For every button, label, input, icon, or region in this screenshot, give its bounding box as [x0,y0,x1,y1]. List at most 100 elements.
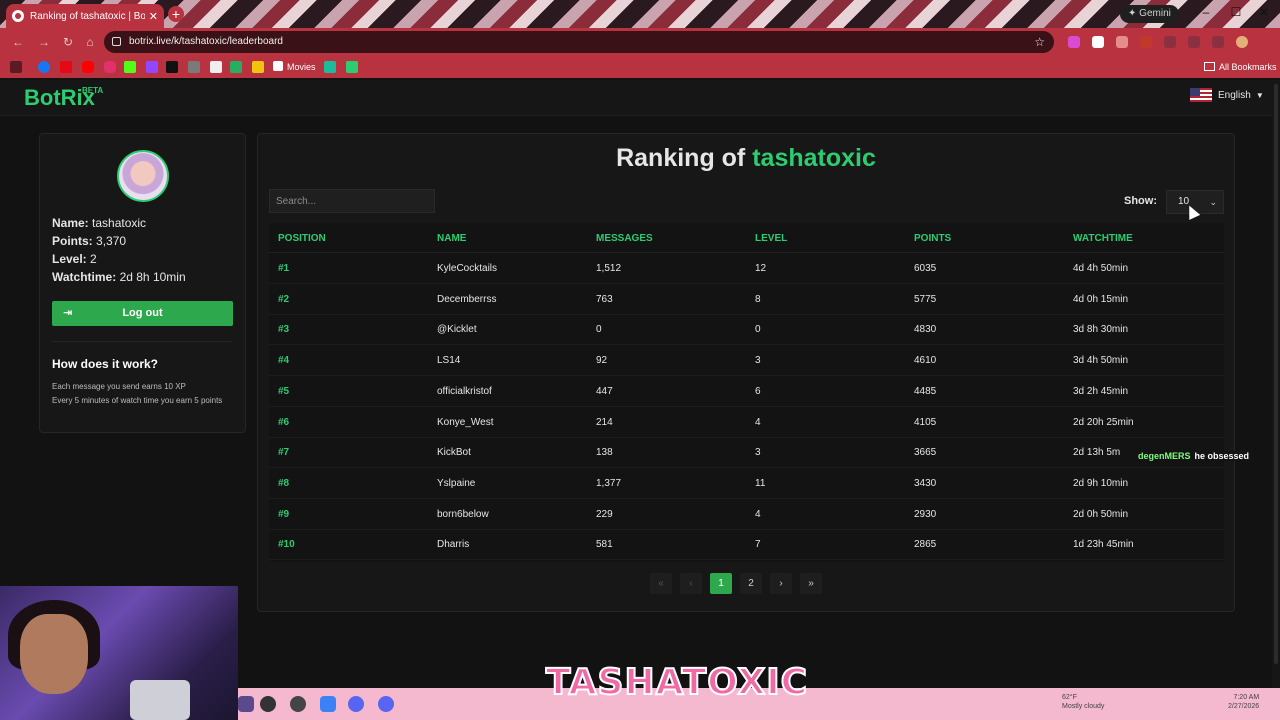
x-icon[interactable] [166,61,178,73]
column-header-points[interactable]: Points [914,233,951,244]
how-it-works-line: Every 5 minutes of watch time you earn 5… [52,396,223,405]
extension-icon[interactable] [1092,36,1104,48]
search-input[interactable] [269,189,435,213]
column-header-watchtime[interactable]: Watchtime [1073,233,1133,244]
cell-watchtime: 3d 8h 30min [1073,324,1129,336]
browser-taskbar-icon[interactable] [260,696,276,712]
cell-name[interactable]: born6below [437,509,489,520]
twitch-icon[interactable] [146,61,158,73]
cell-position: #6 [278,416,290,428]
cell-level: 3 [755,355,761,367]
botrix-logo[interactable]: BotRix BETA [24,85,103,111]
tab-close-icon[interactable]: ✕ [149,10,158,23]
us-flag-icon [1190,88,1212,102]
logout-button[interactable]: ⇥ Log out [52,301,233,326]
site-header: BotRix BETA English ▼ [0,80,1280,116]
all-bookmarks[interactable]: All Bookmarks [1204,60,1277,74]
cell-name[interactable]: @Kicklet [437,324,477,335]
address-bar[interactable]: botrix.live/k/tashatoxic/leaderboard ☆ [104,31,1054,53]
column-header-name[interactable]: Name [437,233,466,244]
browser-tab-active[interactable]: Ranking of tashatoxic | BotRix ✕ [6,4,164,28]
cell-messages: 1,512 [596,263,622,274]
chevron-down-icon: ⌄ [1209,197,1217,207]
cell-position: #5 [278,385,290,397]
start-icon[interactable] [238,696,254,712]
next-page-button[interactable]: › [770,573,792,594]
back-icon[interactable]: ← [10,34,26,50]
cell-name[interactable]: KyleCocktails [437,263,497,274]
column-header-messages[interactable]: Messages [596,233,653,244]
youtube-icon[interactable] [82,61,94,73]
gemini-button[interactable]: ✦ Gemini [1120,5,1179,23]
cell-name[interactable]: KickBot [437,447,471,458]
cell-level: 12 [755,263,767,274]
cell-level: 0 [755,324,761,336]
language-selector[interactable]: English ▼ [1190,88,1264,102]
facebook-icon[interactable] [38,61,50,73]
play-icon [273,61,283,71]
extension-icon[interactable] [1212,36,1224,48]
cell-name[interactable]: LS14 [437,355,460,366]
apps-icon[interactable] [10,61,22,73]
bookmark-star-icon[interactable]: ☆ [1034,31,1045,53]
browser-tab-strip: Ranking of tashatoxic | BotRix ✕ + ✦ Gem… [0,0,1280,28]
instagram-icon[interactable] [104,61,116,73]
pagination: « ‹ 1 2 › » [650,573,830,594]
table-row: #4 LS14 92 3 4610 3d 4h 50min [269,345,1224,377]
forward-icon[interactable]: → [36,34,52,50]
extension-icon[interactable] [1140,36,1152,48]
maximize-icon[interactable]: ☐ [1226,5,1246,19]
bookmark-icon[interactable] [230,61,242,73]
cell-watchtime: 2d 9h 10min [1073,477,1129,489]
close-window-icon[interactable]: ✕ [1254,5,1274,19]
kick-icon[interactable] [124,61,136,73]
page-button-2[interactable]: 2 [740,573,762,594]
extension-icon[interactable] [1164,36,1176,48]
cell-watchtime: 2d 0h 50min [1073,508,1129,520]
discord-taskbar-icon[interactable] [348,696,364,712]
discord-taskbar-icon[interactable] [378,696,394,712]
first-page-button[interactable]: « [650,573,672,594]
cell-name[interactable]: Decemberrss [437,294,496,305]
cell-name[interactable]: Dharris [437,539,469,550]
cell-points: 3430 [914,477,937,489]
page-button-1[interactable]: 1 [710,573,732,594]
cell-position: #3 [278,324,290,336]
extension-icon[interactable] [1068,36,1080,48]
obs-taskbar-icon[interactable] [290,696,306,712]
previous-page-button[interactable]: ‹ [680,573,702,594]
cell-messages: 763 [596,293,613,305]
cell-name[interactable]: officialkristof [437,386,492,397]
site-info-icon[interactable] [112,37,121,46]
logout-icon: ⇥ [63,307,73,319]
cell-position: #10 [278,539,295,551]
scrollbar-thumb[interactable] [1274,84,1278,664]
profile-points: Points: 3,370 [52,234,127,248]
page-scrollbar[interactable] [1272,80,1280,688]
netflix-icon[interactable] [60,61,72,73]
cell-name[interactable]: Konye_West [437,417,494,428]
cell-name[interactable]: Yslpaine [437,478,475,489]
taskbar-clock[interactable]: 7:20 AM 2/27/2026 [1228,693,1259,711]
bookmark-icon[interactable] [188,61,200,73]
cell-points: 4830 [914,324,937,336]
stream-chat-overlay: degenMERS he obsessed [1136,451,1252,461]
column-header-position[interactable]: Position [278,233,326,244]
reload-icon[interactable]: ↻ [60,34,76,50]
weather-widget[interactable]: 62°F Mostly cloudy [1062,693,1104,711]
how-it-works-line: Each message you send earns 10 XP [52,382,186,391]
profile-avatar-icon[interactable] [1236,36,1248,48]
home-icon[interactable]: ⌂ [82,34,98,50]
extension-icon[interactable] [1116,36,1128,48]
bookmark-icon[interactable] [252,61,264,73]
bookmark-icon[interactable] [210,61,222,73]
bookmark-icon[interactable] [346,61,358,73]
extension-icon[interactable] [1188,36,1200,48]
notepad-taskbar-icon[interactable] [320,696,336,712]
new-tab-button[interactable]: + [168,6,184,22]
last-page-button[interactable]: » [800,573,822,594]
bookmark-movies[interactable]: Movies [273,60,316,74]
bookmark-icon[interactable] [324,61,336,73]
minimize-icon[interactable]: – [1196,5,1216,19]
column-header-level[interactable]: Level [755,233,787,244]
